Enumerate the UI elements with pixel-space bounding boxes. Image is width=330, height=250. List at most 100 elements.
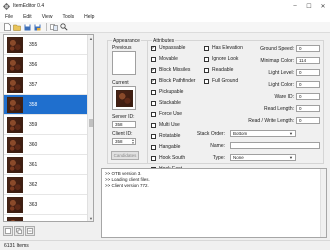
checkbox-block-missiles[interactable]: ✓ Block Missiles xyxy=(151,67,190,73)
checkbox-box[interactable] xyxy=(151,155,156,161)
checkbox-box[interactable] xyxy=(151,144,156,150)
checkbox-box[interactable] xyxy=(151,122,156,128)
chevron-down-icon[interactable]: ▼ xyxy=(289,131,293,136)
read-write-length-field[interactable]: 0 xyxy=(296,117,320,124)
menu-edit[interactable]: Edit xyxy=(18,14,37,20)
checkbox-box[interactable]: ✓ xyxy=(151,45,156,51)
checkbox-box[interactable] xyxy=(151,100,156,106)
save-icon[interactable] xyxy=(23,23,31,31)
checkbox-unpassable[interactable]: ✓ Unpassable xyxy=(151,45,185,51)
read-length-field[interactable]: 0 xyxy=(296,105,320,112)
ground-speed-label: Ground Speed: xyxy=(260,46,294,52)
title-bar: ItemEditor 0.4 – ☐ ✕ xyxy=(0,0,330,12)
log-line: >> Loading client files. xyxy=(105,177,150,182)
checkbox-box[interactable] xyxy=(204,67,209,73)
open-icon[interactable] xyxy=(13,23,21,31)
item-sprite xyxy=(7,56,23,73)
checkbox-box[interactable]: ✓ xyxy=(151,67,156,73)
client-id-stepper[interactable]: 358 ▲ ▼ xyxy=(112,138,136,145)
checkbox-rotatable[interactable]: Rotatable xyxy=(151,133,180,139)
server-id-field[interactable]: 358 xyxy=(112,121,136,128)
checkbox-full-ground[interactable]: Full Ground xyxy=(204,78,238,84)
candidates-button[interactable]: Candidates xyxy=(111,151,139,160)
list-item[interactable]: 356 xyxy=(4,55,88,75)
save-as-icon[interactable] xyxy=(33,23,41,31)
light-color-field[interactable]: 0 xyxy=(296,81,320,88)
item-id: 359 xyxy=(29,121,38,128)
minimize-button[interactable]: – xyxy=(288,0,302,12)
stack-order-select[interactable]: Bottom ▼ xyxy=(230,130,296,137)
client-id-label: Client ID: xyxy=(112,131,133,137)
light-level-label: Light Level: xyxy=(268,70,294,76)
checkbox-box[interactable] xyxy=(204,56,209,62)
spin-arrows-icon[interactable]: ▲ ▼ xyxy=(131,139,135,144)
toolbar-separator xyxy=(46,23,47,31)
add-icon[interactable] xyxy=(3,226,13,236)
menu-tools[interactable]: Tools xyxy=(57,14,79,20)
remove-icon[interactable] xyxy=(25,226,35,236)
list-item[interactable]: 360 xyxy=(4,135,88,155)
name-field[interactable] xyxy=(230,142,320,149)
new-icon[interactable] xyxy=(3,23,11,31)
list-item[interactable]: 363 xyxy=(4,195,88,215)
checkbox-box[interactable] xyxy=(204,45,209,51)
menu-view[interactable]: View xyxy=(37,14,58,20)
read-length-label: Read Length: xyxy=(263,106,294,112)
menu-file[interactable]: File xyxy=(0,14,18,20)
checkbox-box[interactable] xyxy=(151,56,156,62)
list-item[interactable]: 364 xyxy=(4,215,88,221)
checkbox-stackable[interactable]: Stackable xyxy=(151,100,181,106)
type-select[interactable]: None ▼ xyxy=(230,154,296,161)
checkbox-hangable[interactable]: Hangable xyxy=(151,144,180,150)
output-log[interactable]: >> OTB version 3. >> Loading client file… xyxy=(101,168,327,238)
item-sprite xyxy=(7,96,23,113)
scroll-thumb[interactable] xyxy=(89,119,93,127)
duplicate-icon[interactable] xyxy=(14,226,24,236)
find-icon[interactable] xyxy=(60,23,68,31)
log-scrollbar[interactable] xyxy=(320,169,326,237)
checkbox-hook-south[interactable]: Hook South xyxy=(151,155,185,161)
stack-order-label: Stack Order: xyxy=(196,131,225,137)
ground-speed-field[interactable]: 0 xyxy=(296,45,320,52)
list-item[interactable]: 362 xyxy=(4,175,88,195)
log-line: >> OTB version 3. xyxy=(105,171,142,176)
checkbox-pickupable[interactable]: Pickupable xyxy=(151,89,183,95)
list-item[interactable]: 357 xyxy=(4,75,88,95)
checkbox-has-elevation[interactable]: Has Elevation xyxy=(204,45,243,51)
item-id: 356 xyxy=(29,61,38,68)
checkbox-movable[interactable]: Movable xyxy=(151,56,178,62)
maximize-button[interactable]: ☐ xyxy=(302,0,316,12)
item-sprite xyxy=(7,156,23,173)
item-sprite xyxy=(7,176,23,193)
current-sprite xyxy=(116,90,133,107)
checkbox-force-use[interactable]: Force Use xyxy=(151,111,182,117)
list-item[interactable]: 361 xyxy=(4,155,88,175)
item-list[interactable]: 355 356 357 358 359 360 361 362 363 364 … xyxy=(3,34,94,222)
checkbox-ignore-look[interactable]: Ignore Look xyxy=(204,56,238,62)
item-id: 358 xyxy=(29,101,38,108)
checkbox-box[interactable] xyxy=(151,133,156,139)
checkbox-box[interactable] xyxy=(151,111,156,117)
compare-icon[interactable] xyxy=(50,23,58,31)
light-level-field[interactable]: 0 xyxy=(296,69,320,76)
menu-help[interactable]: Help xyxy=(79,14,99,20)
item-sprite xyxy=(7,196,23,213)
checkbox-multi-use[interactable]: Multi Use xyxy=(151,122,180,128)
ware-id-field[interactable]: 0 xyxy=(296,93,320,100)
checkbox-box[interactable] xyxy=(151,89,156,95)
checkbox-readable[interactable]: Readable xyxy=(204,67,233,73)
checkbox-box[interactable] xyxy=(204,78,209,84)
list-item-selected[interactable]: 358 xyxy=(4,95,88,115)
scroll-down-icon[interactable]: ▼ xyxy=(88,215,93,221)
checkbox-box[interactable]: ✓ xyxy=(151,78,156,84)
scroll-up-icon[interactable]: ▲ xyxy=(88,35,93,41)
chevron-down-icon[interactable]: ▼ xyxy=(289,155,293,160)
list-scrollbar[interactable]: ▲ ▼ xyxy=(87,35,93,221)
list-item[interactable]: 359 xyxy=(4,115,88,135)
minimap-color-label: Minimap Color: xyxy=(260,58,294,64)
list-item[interactable]: 355 xyxy=(4,35,88,55)
minimap-color-field[interactable]: 114 xyxy=(296,57,320,64)
checkbox-block-pathfinder[interactable]: ✓ Block Pathfinder xyxy=(151,78,195,84)
close-button[interactable]: ✕ xyxy=(316,0,330,12)
type-value: None xyxy=(233,155,244,160)
